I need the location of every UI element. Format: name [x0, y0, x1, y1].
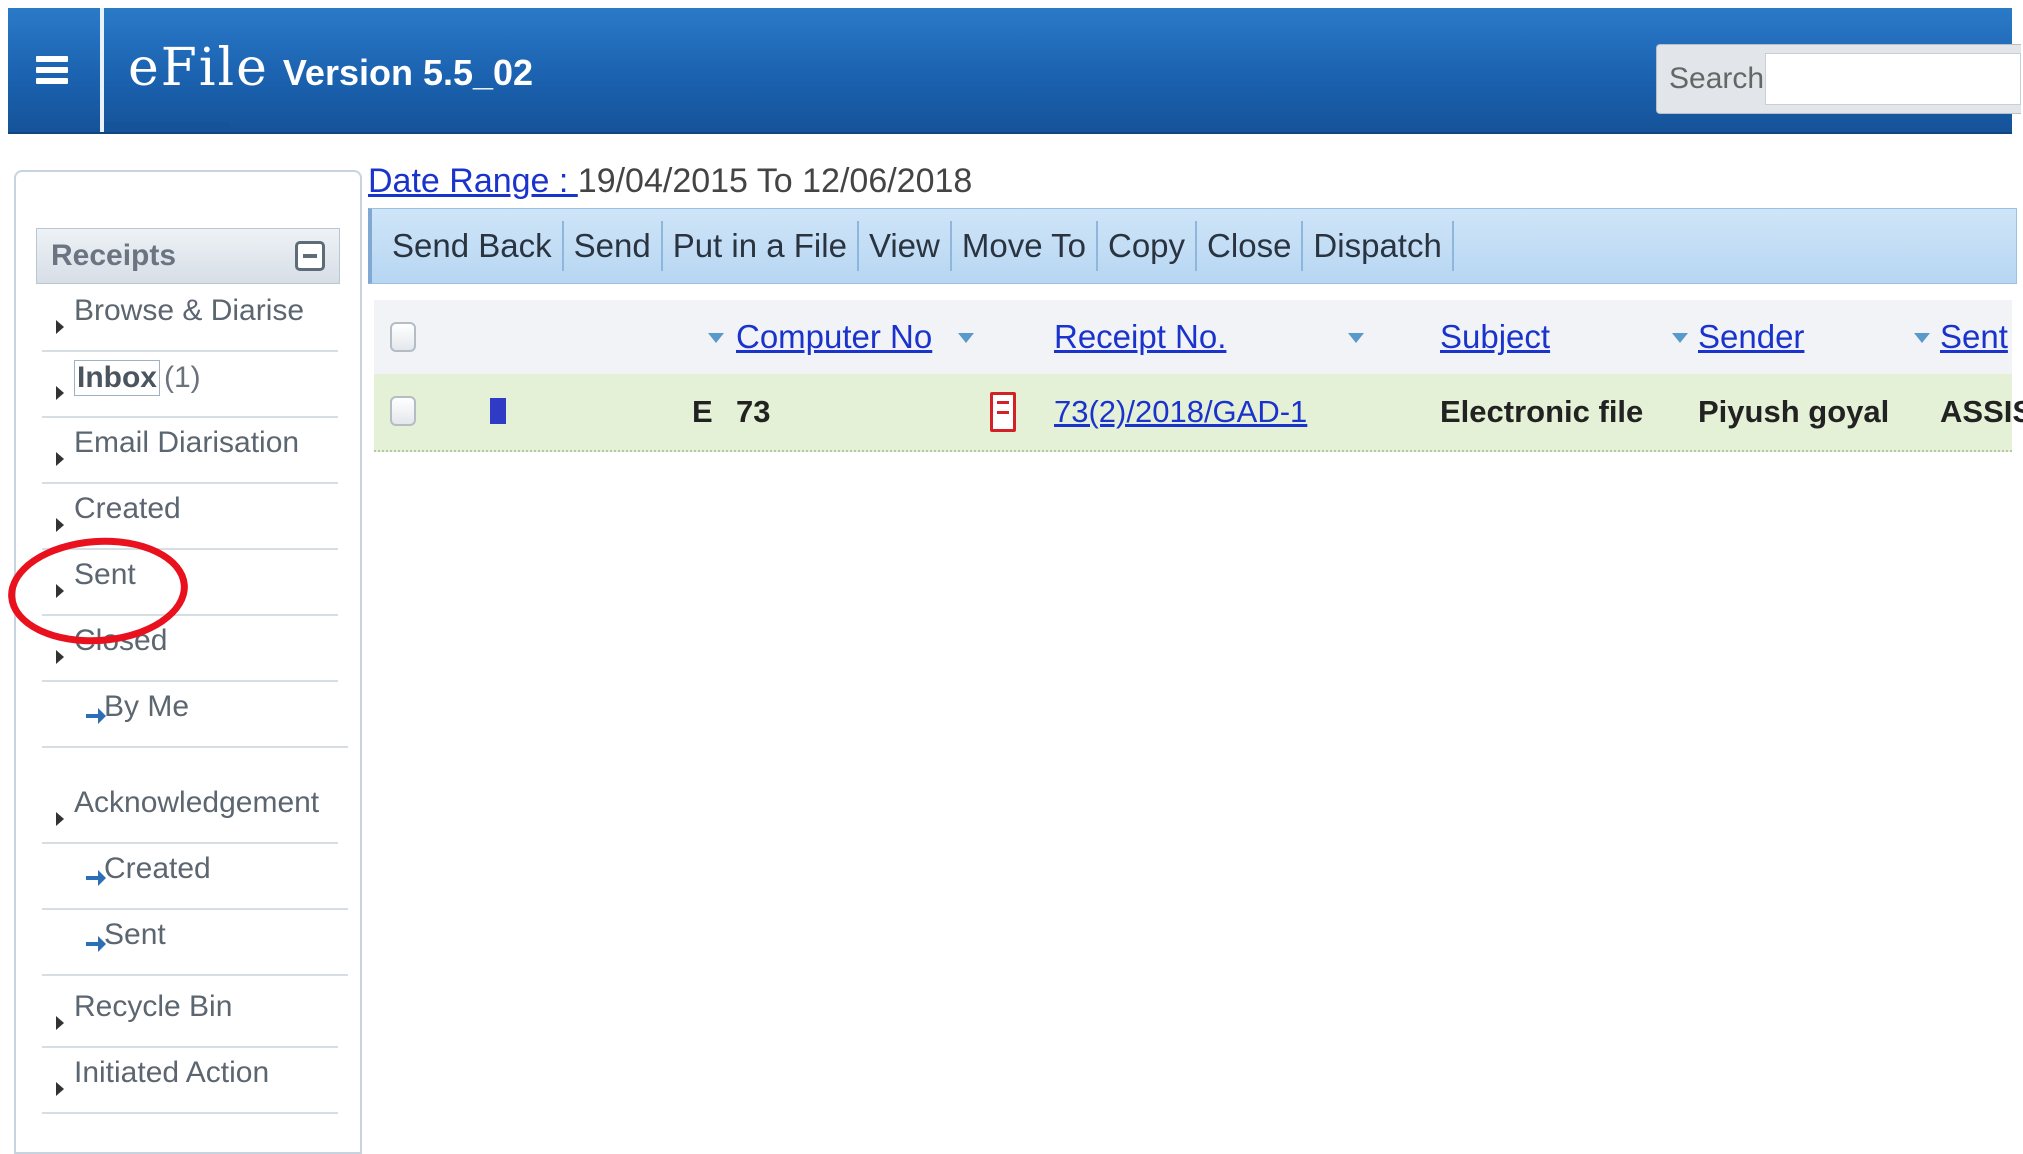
close-button[interactable]: Close [1197, 221, 1304, 271]
pdf-icon[interactable] [990, 392, 1016, 432]
dispatch-button[interactable]: Dispatch [1303, 221, 1454, 271]
row-checkbox[interactable] [390, 396, 416, 426]
priority-flag-icon [490, 398, 506, 424]
sidebar-item-label: Browse & Diarise [74, 294, 305, 327]
sidebar-item-label: By Me [104, 690, 190, 723]
sidebar-item-label: Recycle Bin [74, 990, 233, 1023]
sidebar-item-initiated-action[interactable]: Initiated Action [42, 1050, 338, 1114]
column-header-sender[interactable]: Sender [1698, 300, 1804, 374]
row-subject: Electronic file [1440, 394, 1644, 429]
sidebar-section-title: Receipts [51, 239, 177, 272]
sidebar-item-ack-created[interactable]: Created [42, 846, 348, 910]
sort-arrow-icon[interactable] [1348, 333, 1364, 343]
sort-arrow-icon[interactable] [708, 333, 724, 343]
caret-right-icon [56, 650, 64, 664]
caret-right-icon [56, 812, 64, 826]
caret-right-icon [56, 1016, 64, 1030]
hamburger-icon [36, 51, 68, 89]
view-button[interactable]: View [859, 221, 952, 271]
sidebar-item-recycle-bin[interactable]: Recycle Bin [42, 984, 338, 1048]
move-to-button[interactable]: Move To [952, 221, 1098, 271]
hamburger-menu-button[interactable] [8, 8, 96, 132]
app-version: Version 5.5_02 [282, 52, 534, 93]
caret-right-icon [56, 518, 64, 532]
date-range-value: 19/04/2015 To 12/06/2018 [577, 162, 973, 200]
collapse-icon[interactable] [295, 241, 325, 271]
table-row[interactable]: E 73 73(2)/2018/GAD-1 Electronic file Pi… [374, 374, 2023, 452]
column-header-computer-no[interactable]: Computer No [736, 300, 932, 374]
app-header: eFile Version 5.5_02 Search [8, 8, 2021, 134]
sidebar-item-ack-sent[interactable]: Sent [42, 912, 348, 976]
caret-right-icon [56, 452, 64, 466]
sidebar-item-inbox-text: Inbox (1) [74, 360, 201, 396]
search-box: Search [1656, 44, 2021, 114]
row-receipt-no-link[interactable]: 73(2)/2018/GAD-1 [1054, 374, 1307, 450]
sidebar-item-inbox[interactable]: Inbox (1) [42, 354, 338, 418]
action-toolbar: Send Back Send Put in a File View Move T… [368, 208, 2017, 284]
sidebar-item-acknowledgement[interactable]: Acknowledgement [42, 780, 338, 844]
sidebar-item-label: Inbox [74, 360, 160, 396]
column-header-subject[interactable]: Subject [1440, 300, 1550, 374]
row-computer-no: 73 [736, 394, 771, 429]
caret-right-icon [56, 320, 64, 334]
sidebar: Receipts Browse & Diarise Inbox (1) Email… [14, 170, 362, 1154]
send-button[interactable]: Send [564, 221, 663, 271]
header-divider [100, 8, 104, 132]
copy-button[interactable]: Copy [1098, 221, 1198, 271]
sidebar-item-label: Sent [104, 918, 166, 951]
column-header-sent[interactable]: Sent [1940, 300, 2008, 374]
sort-arrow-icon[interactable] [1914, 333, 1930, 343]
date-range-link[interactable]: Date Range : [368, 162, 578, 200]
column-header-receipt-no[interactable]: Receipt No. [1054, 300, 1226, 374]
row-type: E [692, 394, 713, 429]
sidebar-item-label: Acknowledgement [74, 786, 320, 819]
row-sent: ASSIS [1940, 394, 2023, 429]
header-tab-indicator [104, 122, 229, 128]
sidebar-item-label: Created [74, 492, 181, 525]
sidebar-item-label: Email Diarisation [74, 426, 300, 459]
caret-right-icon [56, 386, 64, 400]
select-all-checkbox[interactable] [390, 322, 416, 352]
app-brand: eFile Version 5.5_02 [128, 38, 533, 98]
caret-right-icon [56, 1082, 64, 1096]
sidebar-item-label: Created [104, 852, 211, 885]
sidebar-item-browse-diarise[interactable]: Browse & Diarise [42, 288, 338, 352]
search-input[interactable] [1765, 53, 2021, 105]
sort-arrow-icon[interactable] [958, 333, 974, 343]
sidebar-section-receipts[interactable]: Receipts [36, 228, 340, 284]
sort-arrow-icon[interactable] [1672, 333, 1688, 343]
arrow-right-icon [86, 936, 106, 952]
table-header: Computer No Receipt No. Subject Sender S… [374, 300, 2012, 375]
put-in-a-file-button[interactable]: Put in a File [663, 221, 859, 271]
arrow-right-icon [86, 708, 106, 724]
sidebar-item-label: Initiated Action [74, 1056, 270, 1089]
row-sender: Piyush goyal [1698, 394, 1890, 429]
search-label: Search [1669, 62, 1765, 95]
send-back-button[interactable]: Send Back [382, 221, 564, 271]
inbox-count-badge: (1) [164, 361, 201, 394]
app-logo: eFile [128, 38, 269, 98]
sidebar-item-email-diarisation[interactable]: Email Diarisation [42, 420, 338, 484]
date-range: Date Range : 19/04/2015 To 12/06/2018 [368, 162, 972, 201]
arrow-right-icon [86, 870, 106, 886]
sidebar-item-closed-by-me[interactable]: By Me [42, 684, 348, 748]
